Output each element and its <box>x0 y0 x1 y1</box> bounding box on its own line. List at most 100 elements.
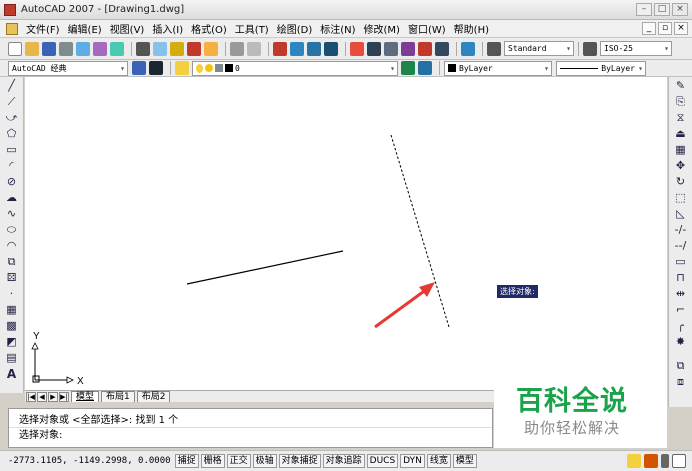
first-tab-icon[interactable]: |◀ <box>26 391 36 402</box>
draw-order-icon[interactable]: ⧉ <box>673 359 689 373</box>
join-icon[interactable]: ⇹ <box>673 287 689 301</box>
ortho-toggle[interactable]: 正交 <box>226 454 251 468</box>
doc-close-button[interactable]: × <box>674 22 688 35</box>
revision-cloud-icon[interactable]: ☁ <box>4 191 20 205</box>
next-tab-icon[interactable]: ▶ <box>48 391 58 402</box>
workspace-select[interactable]: AutoCAD 经典 <box>8 60 128 76</box>
menu-tools[interactable]: 工具(T) <box>231 21 273 36</box>
communication-center-icon[interactable] <box>627 454 641 468</box>
tab-model[interactable]: 模型 <box>71 391 100 402</box>
lock-toolbar-icon[interactable] <box>644 454 658 468</box>
cut-icon[interactable] <box>136 41 150 56</box>
block-editor-icon[interactable] <box>204 41 218 56</box>
text-style-icon[interactable] <box>487 41 501 56</box>
stretch-icon[interactable]: ◺ <box>673 207 689 221</box>
point-icon[interactable]: · <box>4 287 20 301</box>
make-block-icon[interactable]: ⚄ <box>4 271 20 285</box>
drawing-canvas[interactable]: Y X 选择对象: <box>25 77 667 390</box>
lineweight-toggle[interactable]: 线宽 <box>426 454 451 468</box>
tool-palettes-icon[interactable] <box>384 41 398 56</box>
move-icon[interactable]: ✥ <box>673 159 689 173</box>
design-center-icon[interactable] <box>367 41 381 56</box>
redo-icon[interactable] <box>247 41 261 56</box>
model-space-toggle[interactable]: 模型 <box>452 454 477 468</box>
color-select[interactable]: ByLayer <box>444 60 552 76</box>
clean-screen-icon[interactable] <box>672 454 686 468</box>
dim-style-icon[interactable] <box>583 41 597 56</box>
sheet-set-icon[interactable] <box>401 41 415 56</box>
layer-previous-icon[interactable] <box>418 61 432 75</box>
menu-modify[interactable]: 修改(M) <box>360 21 404 36</box>
prev-tab-icon[interactable]: ◀ <box>37 391 47 402</box>
fillet-icon[interactable]: ╭ <box>673 319 689 333</box>
minimize-button[interactable]: – <box>636 3 652 16</box>
line-icon[interactable]: ╱ <box>4 79 20 93</box>
workspace-save-icon[interactable] <box>149 61 163 75</box>
menu-draw[interactable]: 绘图(D) <box>273 21 317 36</box>
menu-view[interactable]: 视图(V) <box>106 21 149 36</box>
break-icon[interactable]: ⊓ <box>673 271 689 285</box>
menu-dimension[interactable]: 标注(N) <box>316 21 359 36</box>
extend-icon[interactable]: --/ <box>673 239 689 253</box>
arc-icon[interactable]: ◜ <box>4 159 20 173</box>
offset-icon[interactable]: ⏏ <box>673 127 689 141</box>
rectangle-icon[interactable]: ▭ <box>4 143 20 157</box>
region-icon[interactable]: ◩ <box>4 335 20 349</box>
chamfer-icon[interactable]: ⌐ <box>673 303 689 317</box>
grid-toggle[interactable]: 栅格 <box>200 454 225 468</box>
close-button[interactable]: × <box>672 3 688 16</box>
menu-insert[interactable]: 插入(I) <box>148 21 187 36</box>
spline-icon[interactable]: ∿ <box>4 207 20 221</box>
menu-edit[interactable]: 编辑(E) <box>64 21 106 36</box>
table-icon[interactable]: ▤ <box>4 351 20 365</box>
polyline-icon[interactable]: ⤻ <box>4 111 20 125</box>
doc-restore-button[interactable]: ▫ <box>658 22 672 35</box>
make-layer-current-icon[interactable] <box>401 61 415 75</box>
linetype-select[interactable]: ByLayer <box>556 60 646 76</box>
menu-help[interactable]: 帮助(H) <box>450 21 493 36</box>
save-icon[interactable] <box>42 41 56 56</box>
circle-icon[interactable]: ⊘ <box>4 175 20 189</box>
tab-layout1[interactable]: 布局1 <box>101 391 135 402</box>
match-properties-icon[interactable] <box>187 41 201 56</box>
otrack-toggle[interactable]: 对象追踪 <box>322 454 365 468</box>
menu-file[interactable]: 文件(F) <box>22 21 64 36</box>
menu-format[interactable]: 格式(O) <box>187 21 231 36</box>
mirror-icon[interactable]: ⧖ <box>673 111 689 125</box>
insert-block-icon[interactable]: ⧉ <box>4 255 20 269</box>
help-icon[interactable] <box>461 41 475 56</box>
polar-toggle[interactable]: 极轴 <box>252 454 277 468</box>
document-icon[interactable] <box>6 22 18 35</box>
polygon-icon[interactable]: ⬠ <box>4 127 20 141</box>
construction-line-icon[interactable]: ⟋ <box>4 95 20 109</box>
copy-icon[interactable] <box>153 41 167 56</box>
ellipse-arc-icon[interactable]: ◠ <box>4 239 20 253</box>
osnap-toggle[interactable]: 对象捕捉 <box>278 454 321 468</box>
break-at-point-icon[interactable]: ▭ <box>673 255 689 269</box>
status-menu-icon[interactable] <box>661 454 669 468</box>
markup-icon[interactable] <box>418 41 432 56</box>
3d-dwf-icon[interactable] <box>110 41 124 56</box>
menu-window[interactable]: 窗口(W) <box>404 21 450 36</box>
quickcalc-icon[interactable] <box>435 41 449 56</box>
hatch-icon[interactable]: ▦ <box>4 303 20 317</box>
multiline-text-icon[interactable]: A <box>4 367 20 381</box>
array-icon[interactable]: ▦ <box>673 143 689 157</box>
layer-select[interactable]: 0 <box>192 60 398 76</box>
bring-to-front-icon[interactable]: ⧈ <box>673 375 689 389</box>
selected-line-entity[interactable] <box>390 134 450 328</box>
erase-icon[interactable]: ✎ <box>673 79 689 93</box>
snap-toggle[interactable]: 捕捉 <box>174 454 199 468</box>
undo-icon[interactable] <box>230 41 244 56</box>
scale-icon[interactable]: ⬚ <box>673 191 689 205</box>
new-file-icon[interactable] <box>8 41 22 56</box>
zoom-window-icon[interactable] <box>307 41 321 56</box>
last-tab-icon[interactable]: ▶| <box>59 391 69 402</box>
plot-preview-icon[interactable] <box>76 41 90 56</box>
print-icon[interactable] <box>59 41 73 56</box>
workspace-settings-icon[interactable] <box>132 61 146 75</box>
tab-layout2[interactable]: 布局2 <box>136 391 171 402</box>
trim-icon[interactable]: -/- <box>673 223 689 237</box>
dyn-toggle[interactable]: DYN <box>400 454 425 468</box>
layer-manager-icon[interactable] <box>175 61 189 75</box>
